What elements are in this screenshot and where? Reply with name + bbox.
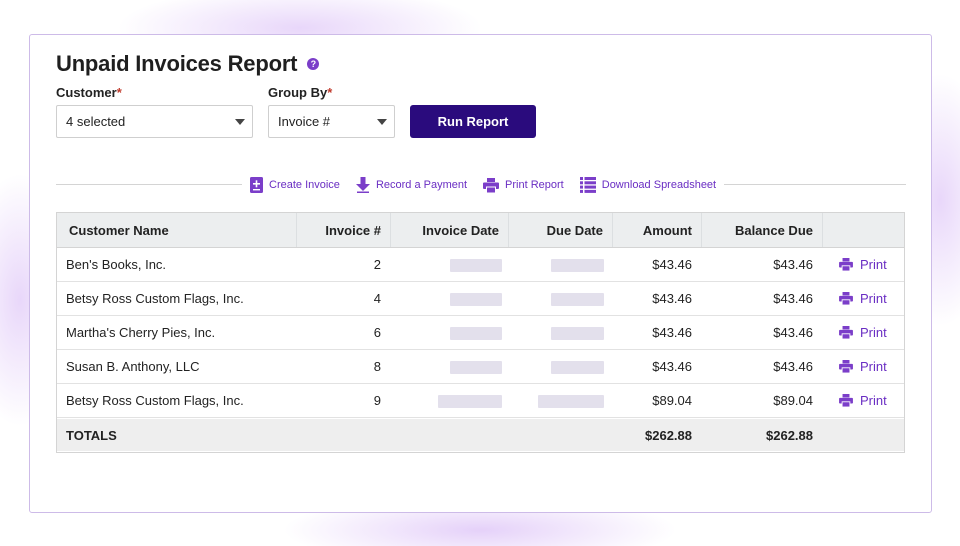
column-header-invoice: Invoice #: [325, 222, 381, 238]
printer-icon: [839, 326, 853, 339]
help-icon[interactable]: ?: [307, 58, 320, 70]
record-payment-action[interactable]: Record a Payment: [355, 177, 468, 193]
print-label: Print: [860, 359, 887, 374]
redacted-invoice-date: [450, 327, 502, 340]
caret-down-icon: [235, 119, 245, 125]
page-title: Unpaid Invoices Report: [56, 51, 298, 76]
create-invoice-action[interactable]: Create Invoice: [250, 177, 340, 193]
printer-icon: [839, 292, 853, 305]
column-header-invoice-date: Invoice Date: [422, 222, 499, 238]
download-spreadsheet-action[interactable]: Download Spreadsheet: [579, 177, 717, 193]
totals-row: TOTALS $262.88 $262.88: [57, 419, 904, 451]
create-invoice-label: Create Invoice: [269, 179, 340, 191]
redacted-invoice-date: [450, 259, 502, 272]
record-payment-icon: [355, 177, 370, 193]
table-row: Ben's Books, Inc. 2 $43.46 $43.46 Print: [57, 248, 904, 282]
amount: $43.46: [652, 291, 692, 306]
invoice-number: 4: [373, 291, 381, 306]
redacted-due-date: [551, 259, 604, 272]
redacted-due-date: [551, 361, 604, 374]
group-by-label: Group By*: [268, 85, 332, 100]
print-invoice-link[interactable]: Print: [839, 350, 887, 383]
customer-name: Susan B. Anthony, LLC: [66, 359, 200, 374]
totals-label: TOTALS: [66, 427, 117, 443]
record-payment-label: Record a Payment: [375, 179, 468, 191]
group-by-select-value: Invoice #: [278, 114, 331, 129]
printer-icon: [839, 394, 853, 407]
required-mark: *: [116, 85, 122, 100]
title-row: Unpaid Invoices Report ?: [56, 51, 320, 77]
report-panel: Unpaid Invoices Report ? Customer* 4 sel…: [29, 34, 932, 513]
total-balance: $262.88: [766, 427, 813, 443]
print-invoice-link[interactable]: Print: [839, 316, 887, 349]
column-header-customer: Customer Name: [69, 222, 169, 238]
customer-name: Ben's Books, Inc.: [66, 257, 167, 272]
print-invoice-link[interactable]: Print: [839, 282, 887, 315]
invoice-number: 2: [373, 257, 381, 272]
printer-icon: [483, 177, 500, 193]
customer-label-text: Customer: [56, 85, 117, 100]
redacted-due-date: [551, 327, 604, 340]
balance-due: $43.46: [773, 325, 813, 340]
print-invoice-link[interactable]: Print: [839, 248, 887, 281]
print-invoice-link[interactable]: Print: [839, 384, 887, 417]
balance-due: $43.46: [773, 291, 813, 306]
printer-icon: [839, 258, 853, 271]
amount: $43.46: [652, 359, 692, 374]
download-spreadsheet-label: Download Spreadsheet: [601, 179, 717, 191]
amount: $89.04: [652, 393, 692, 408]
invoice-number: 6: [373, 325, 381, 340]
table-row: Betsy Ross Custom Flags, Inc. 9 $89.04 $…: [57, 384, 904, 418]
spreadsheet-icon: [579, 177, 596, 193]
print-label: Print: [860, 393, 887, 408]
print-label: Print: [860, 257, 887, 272]
printer-icon: [839, 360, 853, 373]
balance-due: $43.46: [773, 359, 813, 374]
redacted-invoice-date: [438, 395, 502, 408]
caret-down-icon: [377, 119, 387, 125]
column-header-due-date: Due Date: [546, 222, 603, 238]
report-actions: Create Invoice Record a Payment Print Re…: [242, 175, 725, 195]
required-mark: *: [327, 85, 333, 100]
table-row: Betsy Ross Custom Flags, Inc. 4 $43.46 $…: [57, 282, 904, 316]
print-label: Print: [860, 325, 887, 340]
column-header-amount: Amount: [642, 222, 692, 238]
amount: $43.46: [652, 257, 692, 272]
customer-select[interactable]: 4 selected: [56, 105, 253, 138]
balance-due: $43.46: [773, 257, 813, 272]
print-label: Print: [860, 291, 887, 306]
print-report-label: Print Report: [505, 179, 564, 191]
invoice-number: 9: [373, 393, 381, 408]
redacted-invoice-date: [450, 293, 502, 306]
redacted-invoice-date: [450, 361, 502, 374]
invoices-table: Customer Name Invoice # Invoice Date Due…: [56, 212, 905, 453]
table-row: Martha's Cherry Pies, Inc. 6 $43.46 $43.…: [57, 316, 904, 350]
amount: $43.46: [652, 325, 692, 340]
redacted-due-date: [551, 293, 604, 306]
customer-name: Betsy Ross Custom Flags, Inc.: [66, 393, 244, 408]
invoice-number: 8: [373, 359, 381, 374]
customer-label: Customer*: [56, 85, 122, 100]
total-amount: $262.88: [645, 427, 692, 443]
column-header-balance: Balance Due: [734, 222, 813, 238]
run-report-button[interactable]: Run Report: [410, 105, 536, 138]
group-by-label-text: Group By: [268, 85, 328, 100]
group-by-select[interactable]: Invoice #: [268, 105, 395, 138]
create-invoice-icon: [250, 177, 263, 193]
balance-due: $89.04: [773, 393, 813, 408]
customer-name: Martha's Cherry Pies, Inc.: [66, 325, 216, 340]
table-row: Susan B. Anthony, LLC 8 $43.46 $43.46 Pr…: [57, 350, 904, 384]
redacted-due-date: [538, 395, 604, 408]
customer-name: Betsy Ross Custom Flags, Inc.: [66, 291, 244, 306]
customer-select-value: 4 selected: [66, 114, 126, 129]
column-divider: [822, 213, 823, 247]
print-report-action[interactable]: Print Report: [483, 177, 564, 193]
table-header: Customer Name Invoice # Invoice Date Due…: [57, 213, 904, 248]
